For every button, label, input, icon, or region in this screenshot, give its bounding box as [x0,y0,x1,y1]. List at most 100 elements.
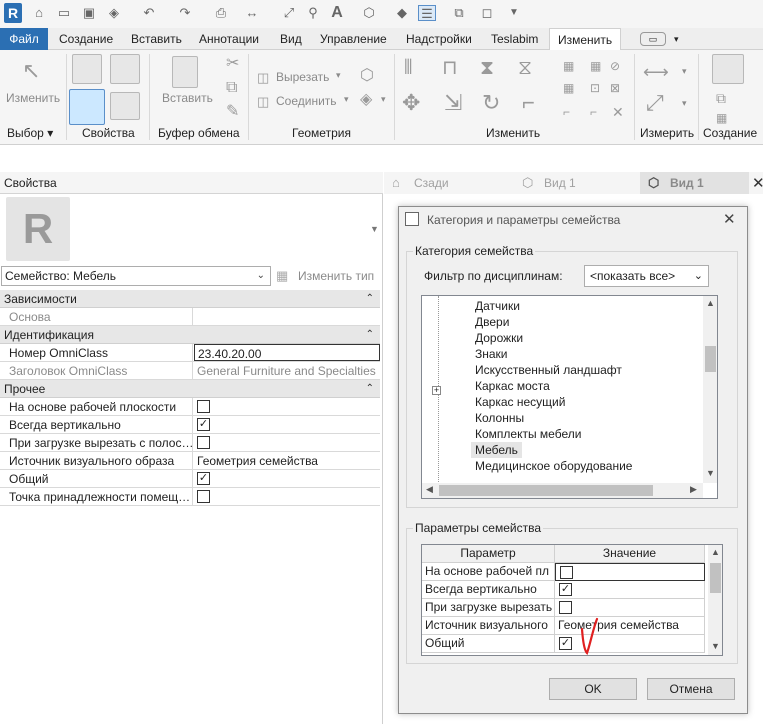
section-icon[interactable]: ◆ [393,5,411,21]
prop-row-room-point[interactable]: Точка принадлежности помещ… [0,488,380,506]
group-other[interactable]: Прочее ⌃ [0,380,380,398]
trim-icon[interactable]: ⌐ [522,92,535,114]
close-tab-icon[interactable]: ✕ [752,174,763,192]
offset-icon[interactable]: ⊓ [442,58,458,78]
tab-insert[interactable]: Вставить [123,28,190,50]
always-vertical-checkbox[interactable]: ✓ [197,418,210,431]
move-icon[interactable]: ✥ [402,92,420,114]
shared-checkbox[interactable]: ✓ [197,472,210,485]
scroll-down-icon[interactable]: ▼ [706,468,715,478]
prop-row-base[interactable]: Основа [0,308,380,326]
param-checkbox[interactable] [559,601,572,614]
thin-lines-icon[interactable]: ☰ [418,5,436,21]
join-geometry-icon[interactable]: ◫ [257,94,269,110]
tab-annotate[interactable]: Аннотации [191,28,267,50]
tab-file[interactable]: Файл [0,28,48,50]
tag-icon[interactable]: ⚲ [304,5,322,21]
group-constraints[interactable]: Зависимости ⌃ [0,290,380,308]
hscroll-thumb[interactable] [439,485,653,496]
prop-value[interactable] [194,308,380,326]
family-types-icon[interactable] [72,54,102,84]
type-dropdown-icon[interactable]: ▼ [370,224,379,234]
family-selector[interactable]: Семейство: Мебель ⌄ [1,266,271,286]
scale-icon[interactable]: ⊡ [590,80,600,96]
save-icon[interactable]: ▣ [80,5,98,21]
category-vscrollbar[interactable]: ▲ ▼ [703,296,717,483]
unpin-icon[interactable]: ⊘ [610,58,620,74]
dimension-tool-icon[interactable]: ⤢ [646,92,664,114]
qat-dropdown-icon[interactable]: ▼ [505,5,523,21]
print-icon[interactable]: ⎙ [212,5,230,21]
split-gap-icon[interactable]: ▦ [590,58,601,74]
category-item[interactable]: Мебель [471,442,522,458]
trim-extend-icon[interactable]: ⌐ [563,104,570,120]
3d-view-icon[interactable]: ⬡ [360,5,378,21]
cancel-button[interactable]: Отмена [647,678,735,700]
cut-geometry-dropdown-icon[interactable]: ▾ [336,70,341,81]
measure-distance-icon[interactable]: ⟷ [643,63,669,81]
expand-icon[interactable]: + [432,386,441,395]
prop-row-shared[interactable]: Общий ✓ [0,470,380,488]
geometry-dropdown-icon[interactable]: ▾ [381,94,386,105]
scroll-thumb[interactable] [705,346,716,372]
workplane-checkbox[interactable] [197,400,210,413]
prop-row-workplane[interactable]: На основе рабочей плоскости [0,398,380,416]
mirror-axis-icon[interactable]: ⧗ [480,58,494,78]
scroll-down-icon[interactable]: ▼ [711,641,720,651]
text-icon[interactable]: A [328,5,346,21]
scroll-up-icon[interactable]: ▲ [706,298,715,308]
create-parts-icon[interactable]: ▦ [716,110,727,126]
join-geometry-label[interactable]: Соединить [276,94,337,108]
column-header-parameter[interactable]: Параметр [422,545,555,563]
family-category-icon[interactable] [110,54,140,84]
category-item[interactable]: Двери [475,314,509,330]
view-tab-back[interactable]: ⌂ Сзади [384,172,510,194]
split-icon[interactable]: ▦ [563,58,574,74]
group-select[interactable]: Выбор ▾ [7,126,53,140]
switch-windows-icon[interactable]: ⧉ [450,5,468,21]
array-icon[interactable]: ▦ [563,80,574,96]
scroll-up-icon[interactable]: ▲ [711,547,720,557]
room-point-checkbox[interactable] [197,490,210,503]
wall-joins-icon[interactable]: ⬡ [360,68,374,84]
type-properties-icon[interactable] [110,92,140,120]
tab-teslabim[interactable]: Teslabim [483,28,546,50]
tab-create[interactable]: Создание [51,28,121,50]
copy-icon[interactable]: ⧉ [226,80,237,96]
open-icon[interactable]: ▭ [55,5,73,21]
tab-view[interactable]: Вид [272,28,310,50]
undo-icon[interactable]: ↶ [140,5,158,21]
rotate-icon[interactable]: ↻ [482,92,500,114]
extend-icon[interactable]: ⌐ [590,104,597,120]
view-tab-view1[interactable]: ⬡ Вид 1 [514,172,640,194]
dimension-dropdown-icon[interactable]: ▾ [682,98,687,109]
omniclass-number-input[interactable]: 23.40.20.00 [194,344,380,361]
ribbon-toggle-icon[interactable]: ▭ [640,32,666,46]
category-item[interactable]: Колонны [475,410,524,426]
param-value[interactable] [555,599,705,617]
category-item[interactable]: Дорожки [475,330,523,346]
group-identity[interactable]: Идентификация ⌃ [0,326,380,344]
cut-voids-checkbox[interactable] [197,436,210,449]
visual-source-value[interactable]: Геометрия семейства [194,452,380,470]
redo-icon[interactable]: ↷ [176,5,194,21]
edit-type-button[interactable]: Изменить тип [298,269,374,283]
params-vscrollbar[interactable]: ▲ ▼ [708,545,722,655]
collapse-icon[interactable]: ⌃ [366,380,374,398]
revit-logo-icon[interactable]: R [4,3,22,23]
modify-button-label[interactable]: Изменить [6,91,60,105]
param-value[interactable]: ✓ [555,581,705,599]
tab-modify[interactable]: Изменить [549,28,622,51]
properties-button-icon[interactable] [69,89,105,125]
param-checkbox[interactable]: ✓ [559,583,572,596]
tab-manage[interactable]: Управление [312,28,395,50]
cut-icon[interactable]: ✂ [226,56,239,72]
dimension-icon[interactable]: ⤢ [280,5,298,21]
match-type-icon[interactable]: ✎ [226,104,239,120]
category-list[interactable]: Датчики Двери Дорожки Знаки Искусственный ла… [421,295,718,499]
category-item[interactable]: Знаки [475,346,508,362]
param-checkbox[interactable] [560,566,573,579]
prop-row-visual-source[interactable]: Источник визуального образа Геометрия сем… [0,452,380,470]
filter-dropdown[interactable]: <показать все> ⌄ [584,265,709,287]
category-item[interactable]: Датчики [475,298,520,314]
